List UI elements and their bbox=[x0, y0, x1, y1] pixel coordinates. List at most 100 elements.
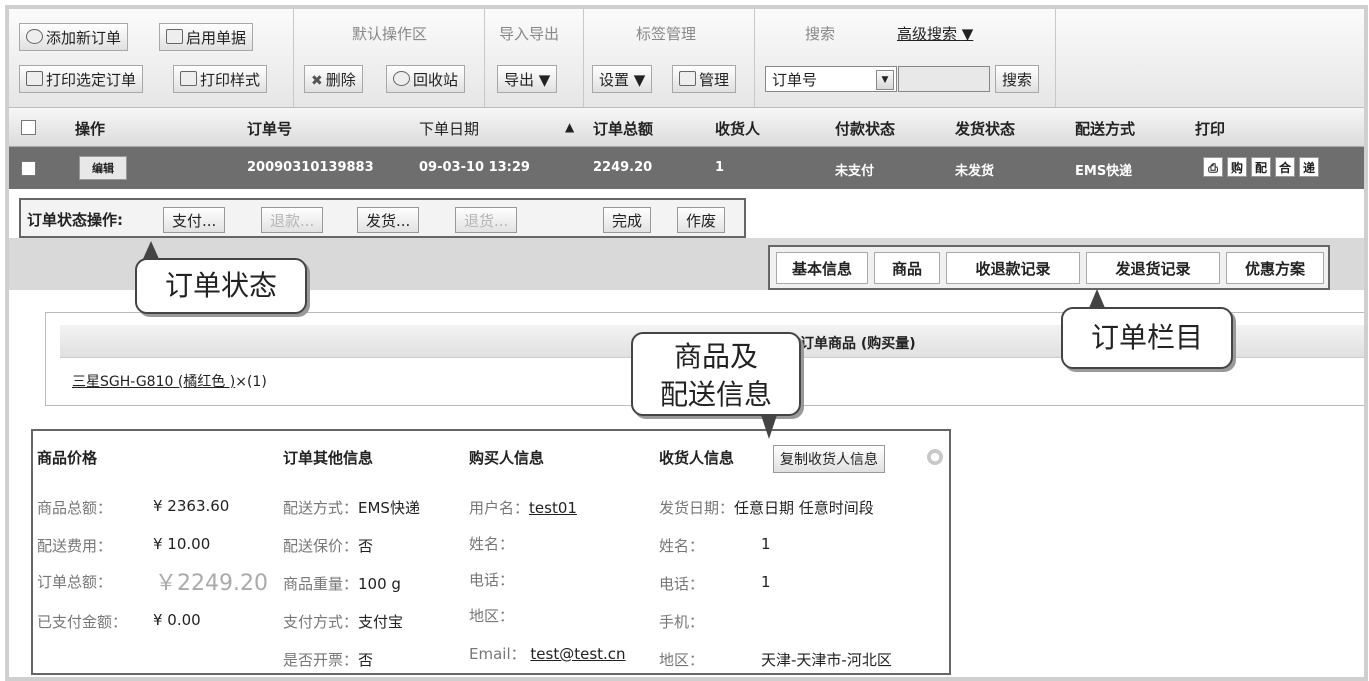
recycle-button[interactable]: 回收站 bbox=[386, 65, 466, 93]
callout-order-status: 订单状态 bbox=[135, 258, 307, 314]
buyer-username-link[interactable]: test01 bbox=[529, 499, 577, 517]
order-management-window: 添加新订单 启用单据 打印选定订单 打印样式 默认操作区 ✖ 删除 回收站 导入导… bbox=[5, 5, 1368, 681]
delete-icon: ✖ bbox=[311, 73, 323, 89]
order-total-value: ￥2249.20 bbox=[155, 571, 268, 596]
print-style-button[interactable]: 打印样式 bbox=[173, 65, 268, 93]
other-value: 100 g bbox=[358, 575, 401, 593]
document-icon bbox=[166, 29, 183, 44]
search-field-value: 订单号 bbox=[772, 71, 818, 89]
table-row[interactable]: 编辑 20090310139883 09-03-10 13:29 2249.20… bbox=[9, 147, 1364, 189]
recycle-bin-icon bbox=[393, 71, 410, 86]
dropdown-arrow-icon: ▼ bbox=[961, 25, 974, 43]
edit-button[interactable]: 编辑 bbox=[79, 156, 127, 180]
price-label: 已支付金额： bbox=[37, 613, 128, 631]
complete-button[interactable]: 完成 bbox=[603, 207, 652, 233]
col-header-consignee[interactable]: 收货人 bbox=[715, 118, 760, 139]
sort-asc-icon: ▲ bbox=[565, 120, 575, 134]
other-label: 配送方式： bbox=[283, 499, 359, 517]
order-detail-tabs: 基本信息 商品 收退款记录 发退货记录 优惠方案 bbox=[768, 245, 1330, 290]
print-selected-button[interactable]: 打印选定订单 bbox=[19, 65, 144, 93]
col-header-date[interactable]: 下单日期 bbox=[419, 118, 479, 139]
price-value: ¥ 10.00 bbox=[153, 535, 211, 553]
advanced-search-label: 高级搜索 bbox=[897, 25, 958, 43]
buyer-label: 用户名： bbox=[469, 499, 530, 517]
price-header: 商品价格 bbox=[37, 449, 98, 467]
tab-promotions[interactable]: 优惠方案 bbox=[1226, 252, 1324, 284]
cell-ship-status: 未发货 bbox=[955, 164, 995, 179]
buyer-label: 地区： bbox=[469, 607, 515, 625]
price-label: 订单总额： bbox=[37, 573, 113, 591]
receiver-value: 1 bbox=[761, 535, 771, 553]
other-value: 否 bbox=[358, 537, 374, 555]
refund-button[interactable]: 退款... bbox=[261, 207, 324, 233]
order-table-header: 操作 订单号 下单日期 ▲ 订单总额 收货人 付款状态 发货状态 配送方式 打印 bbox=[9, 108, 1364, 147]
info-icon[interactable]: ● bbox=[927, 449, 943, 465]
print-express-button[interactable]: 递 bbox=[1299, 157, 1319, 177]
col-header-order-no[interactable]: 订单号 bbox=[247, 118, 292, 139]
col-header-pay-status[interactable]: 付款状态 bbox=[835, 118, 895, 139]
col-header-ship-method[interactable]: 配送方式 bbox=[1075, 118, 1135, 139]
search-field-select[interactable]: 订单号 ▼ bbox=[765, 66, 897, 92]
buyer-header: 购买人信息 bbox=[469, 449, 545, 467]
io-group-title: 导入导出 bbox=[499, 25, 560, 43]
export-dropdown[interactable]: 导出 ▼ bbox=[497, 65, 558, 93]
toolbar-group-io: 导入导出 导出 ▼ bbox=[485, 9, 584, 107]
printer-icon bbox=[180, 71, 197, 86]
pay-button[interactable]: 支付... bbox=[163, 207, 226, 233]
tab-goods[interactable]: 商品 bbox=[874, 252, 940, 284]
row-checkbox[interactable] bbox=[21, 161, 36, 176]
toolbar-group-search: 搜索 高级搜索 ▼ 订单号 ▼ 搜索 bbox=[755, 9, 1056, 107]
settings-dropdown[interactable]: 设置 ▼ bbox=[592, 65, 653, 93]
advanced-search-link[interactable]: 高级搜索 ▼ bbox=[897, 23, 973, 44]
tab-basic-info[interactable]: 基本信息 bbox=[776, 252, 868, 284]
print-delivery-button[interactable]: 配 bbox=[1251, 157, 1271, 177]
return-button[interactable]: 退货... bbox=[455, 207, 518, 233]
other-value: EMS快递 bbox=[358, 499, 420, 517]
manage-label: 管理 bbox=[699, 71, 730, 89]
price-value: ¥ 2363.60 bbox=[153, 497, 230, 515]
print-icon[interactable]: ⎙ bbox=[1203, 157, 1223, 177]
delete-label: 删除 bbox=[325, 71, 356, 89]
cell-order-no: 20090310139883 bbox=[247, 160, 374, 175]
select-all-checkbox[interactable] bbox=[21, 120, 36, 135]
toolbar: 添加新订单 启用单据 打印选定订单 打印样式 默认操作区 ✖ 删除 回收站 导入导… bbox=[9, 9, 1364, 108]
ship-button[interactable]: 发货... bbox=[357, 207, 420, 233]
add-order-button[interactable]: 添加新订单 bbox=[19, 23, 129, 51]
printer-icon bbox=[26, 71, 43, 86]
callout-pointer bbox=[143, 241, 159, 259]
print-combined-button[interactable]: 合 bbox=[1275, 157, 1295, 177]
tab-payment-records[interactable]: 收退款记录 bbox=[946, 252, 1080, 284]
goods-item-link[interactable]: 三星SGH-G810 (橘红色 ) bbox=[72, 374, 235, 390]
copy-receiver-button[interactable]: 复制收货人信息 bbox=[773, 445, 885, 473]
tag-group-title: 标签管理 bbox=[636, 25, 697, 43]
tab-shipment-records[interactable]: 发退货记录 bbox=[1086, 252, 1220, 284]
callout-goods-shipping-line1: 商品及 bbox=[673, 340, 758, 373]
print-purchase-button[interactable]: 购 bbox=[1227, 157, 1247, 177]
list-item: 三星SGH-G810 (橘红色 )×(1) bbox=[72, 371, 267, 391]
search-input[interactable] bbox=[898, 66, 990, 92]
receiver-value: 天津-天津市-河北区 bbox=[761, 651, 892, 669]
buyer-email-link[interactable]: test@test.cn bbox=[530, 645, 625, 663]
receiver-label: 姓名： bbox=[659, 537, 705, 555]
buyer-label: 姓名： bbox=[469, 535, 515, 553]
settings-label: 设置 bbox=[599, 71, 630, 89]
other-label: 商品重量： bbox=[283, 575, 359, 593]
col-header-total[interactable]: 订单总额 bbox=[593, 118, 653, 139]
cell-pay-status: 未支付 bbox=[835, 164, 875, 179]
add-order-label: 添加新订单 bbox=[46, 29, 122, 47]
search-button[interactable]: 搜索 bbox=[995, 65, 1040, 93]
print-style-label: 打印样式 bbox=[200, 71, 261, 89]
export-label: 导出 bbox=[504, 71, 535, 89]
receiver-label: 发货日期： bbox=[659, 499, 735, 517]
callout-goods-shipping: 商品及 配送信息 bbox=[631, 332, 801, 416]
delete-button[interactable]: ✖ 删除 bbox=[304, 65, 363, 93]
status-ops-label: 订单状态操作: bbox=[27, 211, 123, 229]
enable-doc-button[interactable]: 启用单据 bbox=[159, 23, 254, 51]
manage-button[interactable]: 管理 bbox=[672, 65, 737, 93]
other-label: 配送保价： bbox=[283, 537, 359, 555]
goods-title: 订单商品 (购买量) bbox=[800, 336, 916, 352]
callout-order-columns: 订单栏目 bbox=[1061, 307, 1233, 369]
callout-order-status-text: 订单状态 bbox=[164, 269, 277, 302]
void-button[interactable]: 作废 bbox=[677, 207, 726, 233]
col-header-ship-status[interactable]: 发货状态 bbox=[955, 118, 1015, 139]
